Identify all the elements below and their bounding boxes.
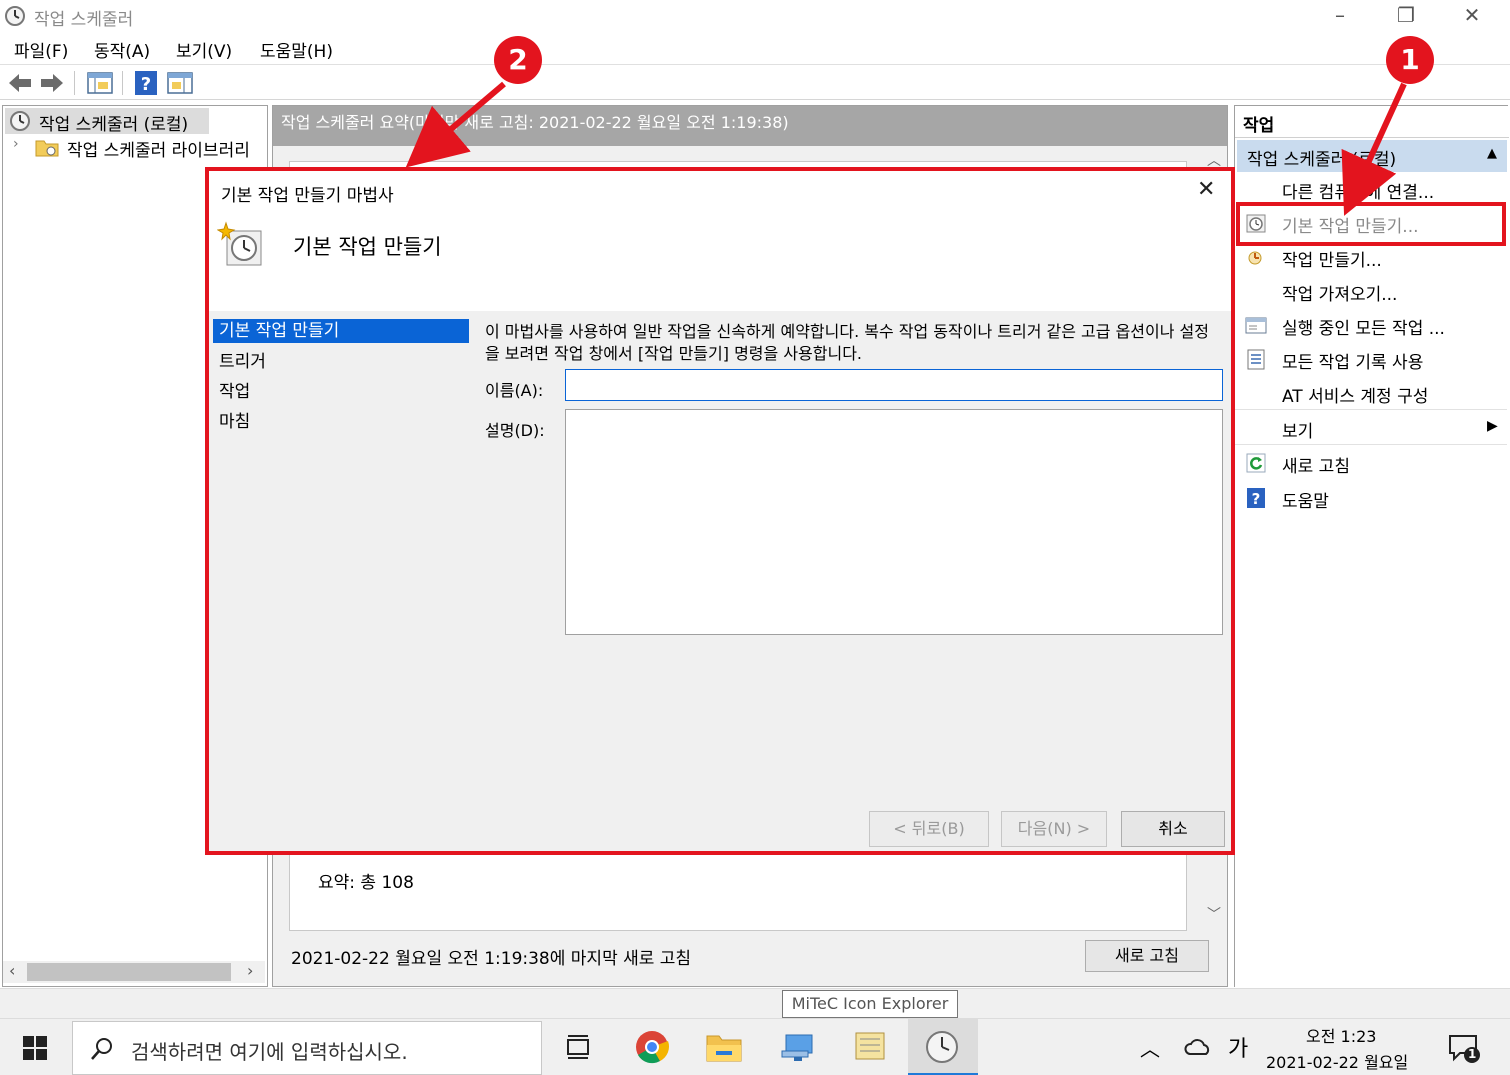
scroll-left-icon[interactable]: ‹	[9, 961, 15, 980]
folder-icon	[35, 140, 59, 157]
taskbar-task-scheduler-button[interactable]	[908, 1019, 978, 1075]
tree-item-library[interactable]: › 작업 스케줄러 라이브러리	[3, 134, 267, 161]
running-tasks-icon	[1245, 317, 1267, 334]
clock-icon	[5, 6, 25, 26]
action-connect-computer[interactable]: 다른 컴퓨터에 연결...	[1235, 172, 1507, 206]
callout-badge-2: 2	[494, 36, 542, 84]
action-label: 모든 작업 기록 사용	[1282, 353, 1424, 373]
search-icon	[91, 1038, 112, 1060]
refresh-button[interactable]: 새로 고침	[1085, 940, 1209, 972]
task-create-icon	[1248, 251, 1262, 265]
action-label: 보기	[1282, 422, 1314, 442]
actions-section-title: 작업 스케줄러 (로컬)	[1247, 150, 1397, 170]
svg-text:?: ?	[141, 74, 151, 95]
highlight-box-basic-task-action	[1236, 202, 1506, 246]
clock-date[interactable]: 2021-02-22 월요일	[1266, 1049, 1408, 1073]
scroll-down-icon[interactable]: ﹀	[1207, 904, 1221, 924]
summary-header-text: 작업 스케줄러 요약(마지막 새로 고침: 2021-02-22 월요일 오전 …	[281, 113, 789, 132]
action-view[interactable]: 보기 ▶	[1235, 411, 1507, 445]
horizontal-scrollbar[interactable]: ‹ ›	[3, 961, 265, 983]
collapse-up-icon[interactable]: ▲	[1487, 146, 1497, 161]
action-at-service-account[interactable]: AT 서비스 계정 구성	[1235, 376, 1507, 410]
file-explorer-icon[interactable]	[706, 1031, 742, 1063]
action-label: 작업 만들기...	[1282, 251, 1382, 271]
task-scheduler-icon	[926, 1031, 958, 1063]
clock-icon	[10, 111, 30, 131]
tree-item-root[interactable]: 작업 스케줄러 (로컬)	[5, 108, 209, 135]
close-window-button[interactable]: ✕	[1442, 0, 1502, 30]
minimize-button[interactable]: –	[1310, 0, 1370, 30]
show-hide-tree-icon[interactable]	[86, 69, 114, 97]
mitec-icon-explorer-icon[interactable]	[852, 1029, 888, 1065]
action-help[interactable]: ? 도움말	[1235, 481, 1507, 515]
action-label: AT 서비스 계정 구성	[1282, 387, 1429, 407]
back-arrow-icon[interactable]	[6, 69, 34, 97]
forward-arrow-icon[interactable]	[38, 69, 66, 97]
action-import-task[interactable]: 작업 가져오기...	[1235, 274, 1507, 308]
action-label: 실행 중인 모든 작업 ...	[1282, 319, 1445, 339]
summary-total: 요약: 총 108	[318, 873, 414, 893]
onedrive-cloud-icon[interactable]	[1184, 1037, 1212, 1057]
status-bar	[0, 988, 1510, 1018]
action-enable-history[interactable]: 모든 작업 기록 사용	[1235, 342, 1507, 376]
remote-desktop-icon[interactable]	[780, 1029, 816, 1065]
menu-action[interactable]: 동작(A)	[94, 37, 150, 62]
actions-pane-title: 작업	[1235, 106, 1509, 138]
windows-start-icon[interactable]	[22, 1035, 48, 1061]
action-label: 다른 컴퓨터에 연결...	[1282, 183, 1435, 203]
refresh-icon	[1246, 453, 1266, 473]
show-hidden-icons-chevron-icon[interactable]: ︿	[1140, 1033, 1160, 1062]
taskbar-tooltip: MiTeC Icon Explorer	[782, 990, 958, 1018]
chevron-right-icon[interactable]: ›	[13, 136, 19, 152]
help-icon[interactable]: ?	[132, 69, 160, 97]
action-refresh[interactable]: 새로 고침	[1235, 446, 1507, 480]
actions-section-header[interactable]: 작업 스케줄러 (로컬) ▲	[1237, 140, 1507, 172]
callout-badge-1: 1	[1386, 36, 1434, 84]
ime-indicator[interactable]: 가	[1228, 1031, 1248, 1063]
taskbar-search-box[interactable]: 검색하려면 여기에 입력하십시오.	[72, 1021, 542, 1075]
last-refresh-text: 2021-02-22 월요일 오전 1:19:38에 마지막 새로 고침	[291, 949, 692, 969]
toolbar: ?	[0, 64, 1510, 100]
action-running-tasks[interactable]: 실행 중인 모든 작업 ...	[1235, 308, 1507, 342]
scroll-right-icon[interactable]: ›	[247, 961, 253, 980]
help-icon: ?	[1247, 488, 1265, 508]
chrome-icon[interactable]	[634, 1029, 670, 1065]
tree-library-label: 작업 스케줄러 라이브러리	[67, 141, 250, 161]
menu-bar: 파일(F) 동작(A) 보기(V) 도움말(H)	[0, 33, 1510, 63]
search-placeholder: 검색하려면 여기에 입력하십시오.	[131, 1040, 408, 1064]
submenu-arrow-icon: ▶	[1487, 418, 1498, 434]
svg-text:?: ?	[1252, 490, 1261, 508]
scroll-thumb[interactable]	[27, 963, 231, 981]
action-label: 새로 고침	[1282, 457, 1350, 477]
notification-icon[interactable]	[1448, 1033, 1482, 1065]
menu-file[interactable]: 파일(F)	[14, 37, 68, 62]
show-action-pane-icon[interactable]	[166, 69, 194, 97]
menu-help[interactable]: 도움말(H)	[260, 37, 333, 62]
highlight-box-wizard	[205, 167, 1235, 855]
clock-time[interactable]: 오전 1:23	[1306, 1023, 1376, 1047]
restore-button[interactable]: ❐	[1376, 0, 1436, 30]
summary-header: 작업 스케줄러 요약(마지막 새로 고침: 2021-02-22 월요일 오전 …	[273, 106, 1227, 146]
history-icon	[1247, 349, 1265, 370]
window-title-bar: 작업 스케줄러 – ❐ ✕	[0, 0, 1510, 32]
menu-view[interactable]: 보기(V)	[176, 37, 232, 62]
task-view-icon[interactable]	[564, 1033, 592, 1061]
taskbar: 검색하려면 여기에 입력하십시오. ︿ 가 오전 1:23 2021-02-22…	[0, 1018, 1510, 1075]
notification-count-badge: 1	[1468, 1047, 1477, 1061]
window-title: 작업 스케줄러	[34, 10, 134, 30]
action-label: 작업 가져오기...	[1282, 285, 1398, 305]
action-label: 도움말	[1282, 492, 1329, 512]
tree-root-label: 작업 스케줄러 (로컬)	[39, 115, 189, 135]
